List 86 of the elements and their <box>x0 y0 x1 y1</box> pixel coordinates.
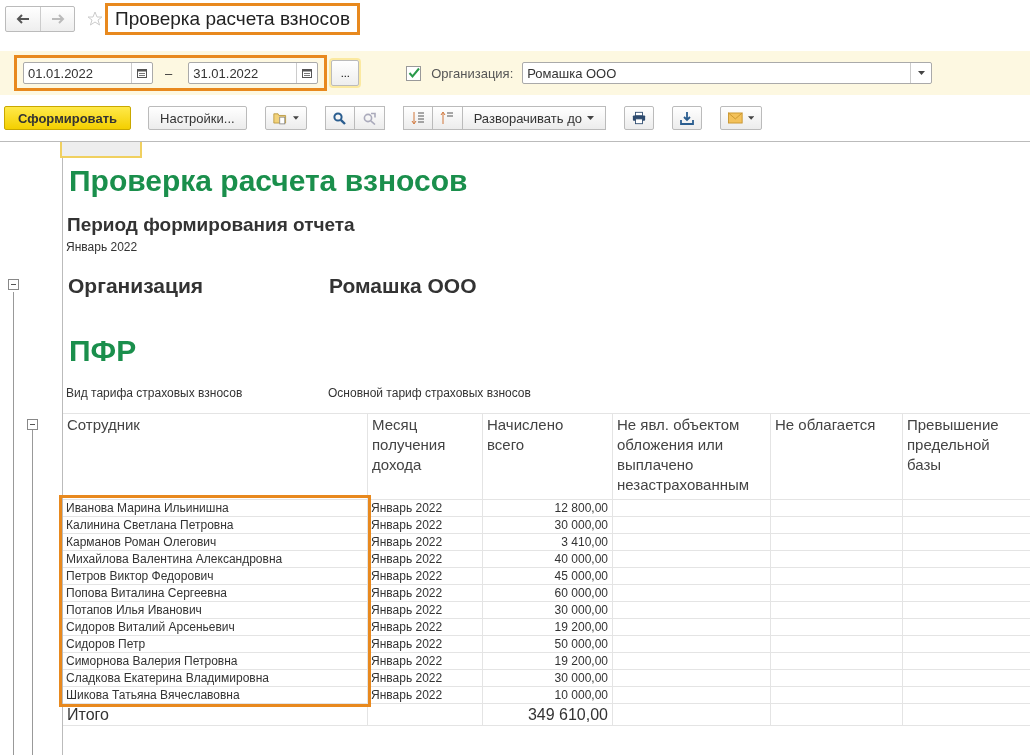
month-cell: Январь 2022 <box>368 551 483 568</box>
amount-cell: 19 200,00 <box>483 653 613 670</box>
employee-cell: Сидоров Петр <box>63 636 368 653</box>
tariff-value: Основной тариф страховых взносов <box>328 386 531 400</box>
employee-cell: Калинина Светлана Петровна <box>63 517 368 534</box>
month-cell: Январь 2022 <box>368 534 483 551</box>
back-arrow-icon <box>16 14 30 24</box>
envelope-icon <box>727 112 743 124</box>
dropdown-icon <box>586 116 594 120</box>
period-value: Январь 2022 <box>66 240 139 254</box>
month-cell: Январь 2022 <box>368 670 483 687</box>
collapse-group-icon[interactable] <box>8 279 19 290</box>
collapse-list-icon <box>440 111 455 125</box>
employee-cell: Попова Виталина Сергеевна <box>63 585 368 602</box>
print-button[interactable] <box>623 106 654 130</box>
date-to-field[interactable]: 31.01.2022 <box>188 62 319 84</box>
column-header: Не явл. объектом обложения или выплачено незастрахованным <box>613 414 771 500</box>
column-header: Не облагается <box>771 414 903 500</box>
amount-cell: 3 410,00 <box>483 534 613 551</box>
employee-cell: Симорнова Валерия Петровна <box>63 653 368 670</box>
amount-cell: 12 800,00 <box>483 500 613 517</box>
organization-field[interactable]: Ромашка ООО <box>522 62 933 84</box>
search-next-icon <box>362 111 376 125</box>
printer-icon <box>631 111 646 125</box>
month-cell: Январь 2022 <box>368 585 483 602</box>
amount-cell: 30 000,00 <box>483 670 613 687</box>
amount-cell: 50 000,00 <box>483 636 613 653</box>
amount-cell: 30 000,00 <box>483 517 613 534</box>
settings-button[interactable]: Настройки... <box>148 106 247 130</box>
generate-button[interactable]: Сформировать <box>4 106 132 130</box>
employee-cell: Шикова Татьяна Вячеславовна <box>63 687 368 704</box>
dropdown-icon <box>747 116 754 120</box>
calendar-icon[interactable] <box>302 68 313 78</box>
search-button[interactable] <box>324 106 355 130</box>
amount-cell: 45 000,00 <box>483 568 613 585</box>
period-select-button[interactable]: ... <box>331 60 360 86</box>
month-cell: Январь 2022 <box>368 517 483 534</box>
organization-label: Организация: <box>431 65 514 81</box>
expand-list-icon <box>410 111 425 125</box>
employee-cell: Потапов Илья Иванович <box>63 602 368 619</box>
employee-cell: Сидоров Виталий Арсеньевич <box>63 619 368 636</box>
month-cell: Январь 2022 <box>368 636 483 653</box>
tariff-label: Вид тарифа страховых взносов <box>65 386 244 400</box>
employee-cell: Сладкова Екатерина Владимировна <box>63 670 368 687</box>
column-header: Начислено всего <box>483 414 613 500</box>
expand-to-button[interactable]: Разворачивать до <box>462 106 606 130</box>
selected-cell[interactable] <box>60 142 142 158</box>
column-header: Превышение предельной базы <box>903 414 1030 500</box>
employee-cell: Михайлова Валентина Александровна <box>63 551 368 568</box>
month-cell: Январь 2022 <box>368 619 483 636</box>
date-from-field[interactable]: 01.01.2022 <box>23 62 153 84</box>
date-separator: – <box>165 65 173 81</box>
amount-cell: 30 000,00 <box>483 602 613 619</box>
amount-cell: 19 200,00 <box>483 619 613 636</box>
month-cell: Январь 2022 <box>368 568 483 585</box>
column-header: Месяц получения дохода <box>368 414 483 500</box>
search-icon <box>333 111 347 125</box>
dropdown-icon <box>292 116 299 120</box>
amount-cell: 10 000,00 <box>483 687 613 704</box>
calendar-icon[interactable] <box>137 68 147 78</box>
employee-cell: Карманов Роман Олегович <box>63 534 368 551</box>
month-cell: Январь 2022 <box>368 500 483 517</box>
month-cell: Январь 2022 <box>368 687 483 704</box>
section-heading: ПФР <box>69 334 138 368</box>
employee-cell: Иванова Марина Ильинишна <box>63 500 368 517</box>
month-cell: Январь 2022 <box>368 653 483 670</box>
organization-heading: Организация <box>67 274 205 298</box>
month-cell: Январь 2022 <box>368 602 483 619</box>
amount-cell: 60 000,00 <box>483 585 613 602</box>
dropdown-icon[interactable] <box>917 71 925 75</box>
total-label: Итого <box>63 704 368 726</box>
favorite-star-icon[interactable] <box>87 11 103 27</box>
column-header: Сотрудник <box>63 414 368 500</box>
period-heading: Период формирования отчета <box>67 214 356 236</box>
folder-icon <box>272 110 288 126</box>
amount-cell: 40 000,00 <box>483 551 613 568</box>
forward-arrow-icon <box>50 14 65 24</box>
total-amount: 349 610,00 <box>483 704 613 726</box>
download-icon <box>679 111 694 125</box>
organization-name: Ромашка ООО <box>329 274 477 298</box>
window-title: Проверка расчета взносов <box>105 3 360 35</box>
employee-cell: Петров Виктор Федорович <box>63 568 368 585</box>
organization-checkbox[interactable] <box>406 65 422 81</box>
save-button[interactable] <box>671 106 702 130</box>
report-title: Проверка расчета взносов <box>69 164 469 198</box>
collapse-group-icon[interactable] <box>27 419 38 430</box>
